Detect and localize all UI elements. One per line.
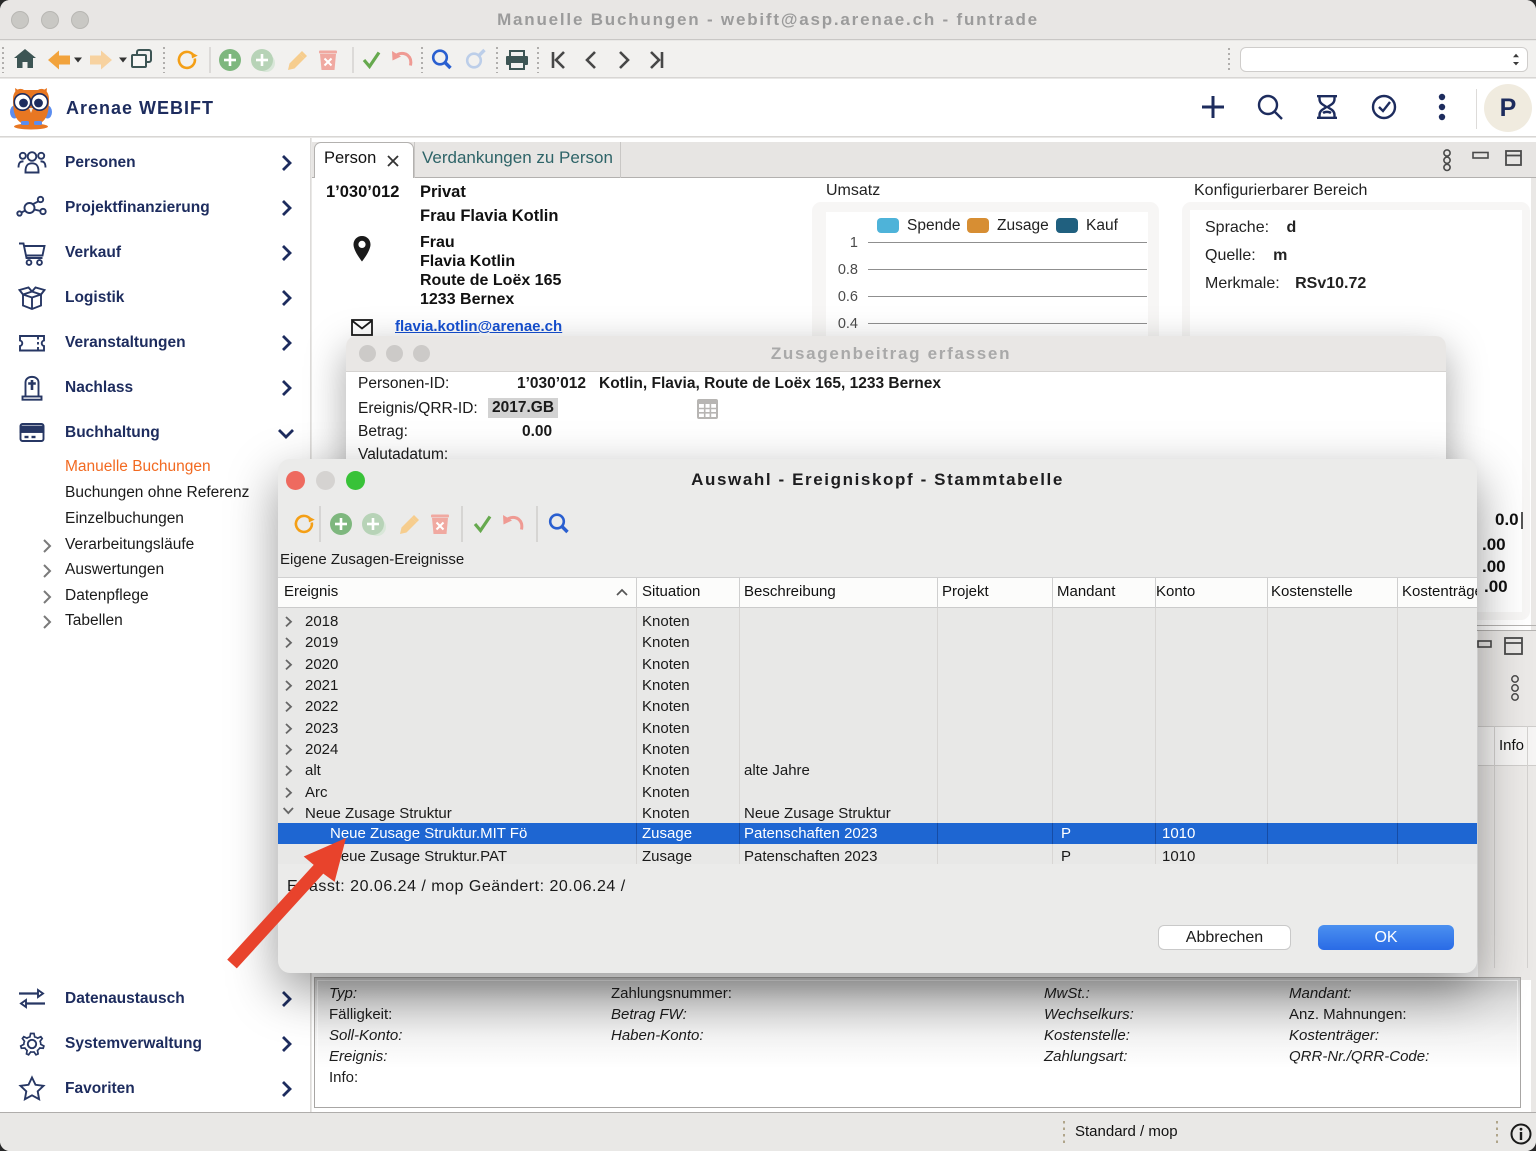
svg-text:0.6: 0.6 <box>838 289 858 305</box>
svg-text:0.8: 0.8 <box>838 262 858 278</box>
svg-text:1: 1 <box>850 235 858 251</box>
svg-text:0.4: 0.4 <box>838 316 858 332</box>
